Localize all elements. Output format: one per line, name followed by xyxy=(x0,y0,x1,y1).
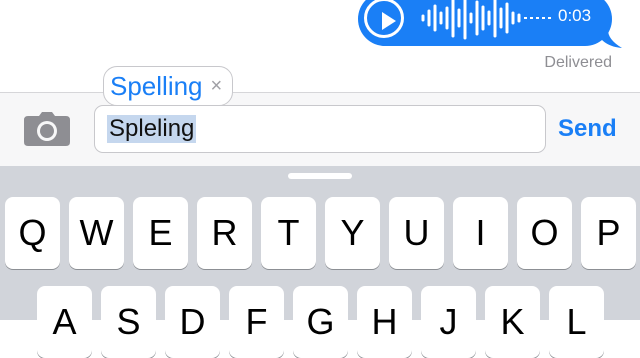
key-k[interactable]: K xyxy=(485,286,540,358)
key-h[interactable]: H xyxy=(357,286,412,358)
keyboard: Q W E R T Y U I O P A S D F G H J K L xyxy=(0,166,640,358)
camera-icon[interactable] xyxy=(24,112,70,146)
play-icon xyxy=(382,12,396,30)
key-r[interactable]: R xyxy=(197,197,252,269)
key-p[interactable]: P xyxy=(581,197,636,269)
key-t[interactable]: T xyxy=(261,197,316,269)
key-e[interactable]: E xyxy=(133,197,188,269)
keyboard-grabber[interactable] xyxy=(288,173,352,179)
key-a[interactable]: A xyxy=(37,286,92,358)
audio-waveform xyxy=(421,0,552,40)
key-l[interactable]: L xyxy=(549,286,604,358)
input-text: Spleling xyxy=(107,115,197,143)
audio-message-bubble[interactable]: 0:03 xyxy=(358,0,612,46)
key-g[interactable]: G xyxy=(293,286,348,358)
key-q[interactable]: Q xyxy=(5,197,60,269)
key-u[interactable]: U xyxy=(389,197,444,269)
key-f[interactable]: F xyxy=(229,286,284,358)
play-button[interactable] xyxy=(364,0,404,38)
audio-duration: 0:03 xyxy=(558,6,592,25)
key-o[interactable]: O xyxy=(517,197,572,269)
key-w[interactable]: W xyxy=(69,197,124,269)
key-j[interactable]: J xyxy=(421,286,476,358)
conversation-area: 0:03 Delivered xyxy=(0,0,640,92)
key-i[interactable]: I xyxy=(453,197,508,269)
send-button[interactable]: Send xyxy=(558,115,617,143)
suggestion-word: Spelling xyxy=(110,70,203,101)
close-icon[interactable]: × xyxy=(211,75,223,98)
key-d[interactable]: D xyxy=(165,286,220,358)
key-y[interactable]: Y xyxy=(325,197,380,269)
bubble-tail xyxy=(596,30,622,48)
delivery-status: Delivered xyxy=(544,54,612,71)
key-s[interactable]: S xyxy=(101,286,156,358)
autocorrect-suggestion[interactable]: Spelling × xyxy=(103,66,234,106)
message-input[interactable]: Spleling xyxy=(94,105,546,153)
